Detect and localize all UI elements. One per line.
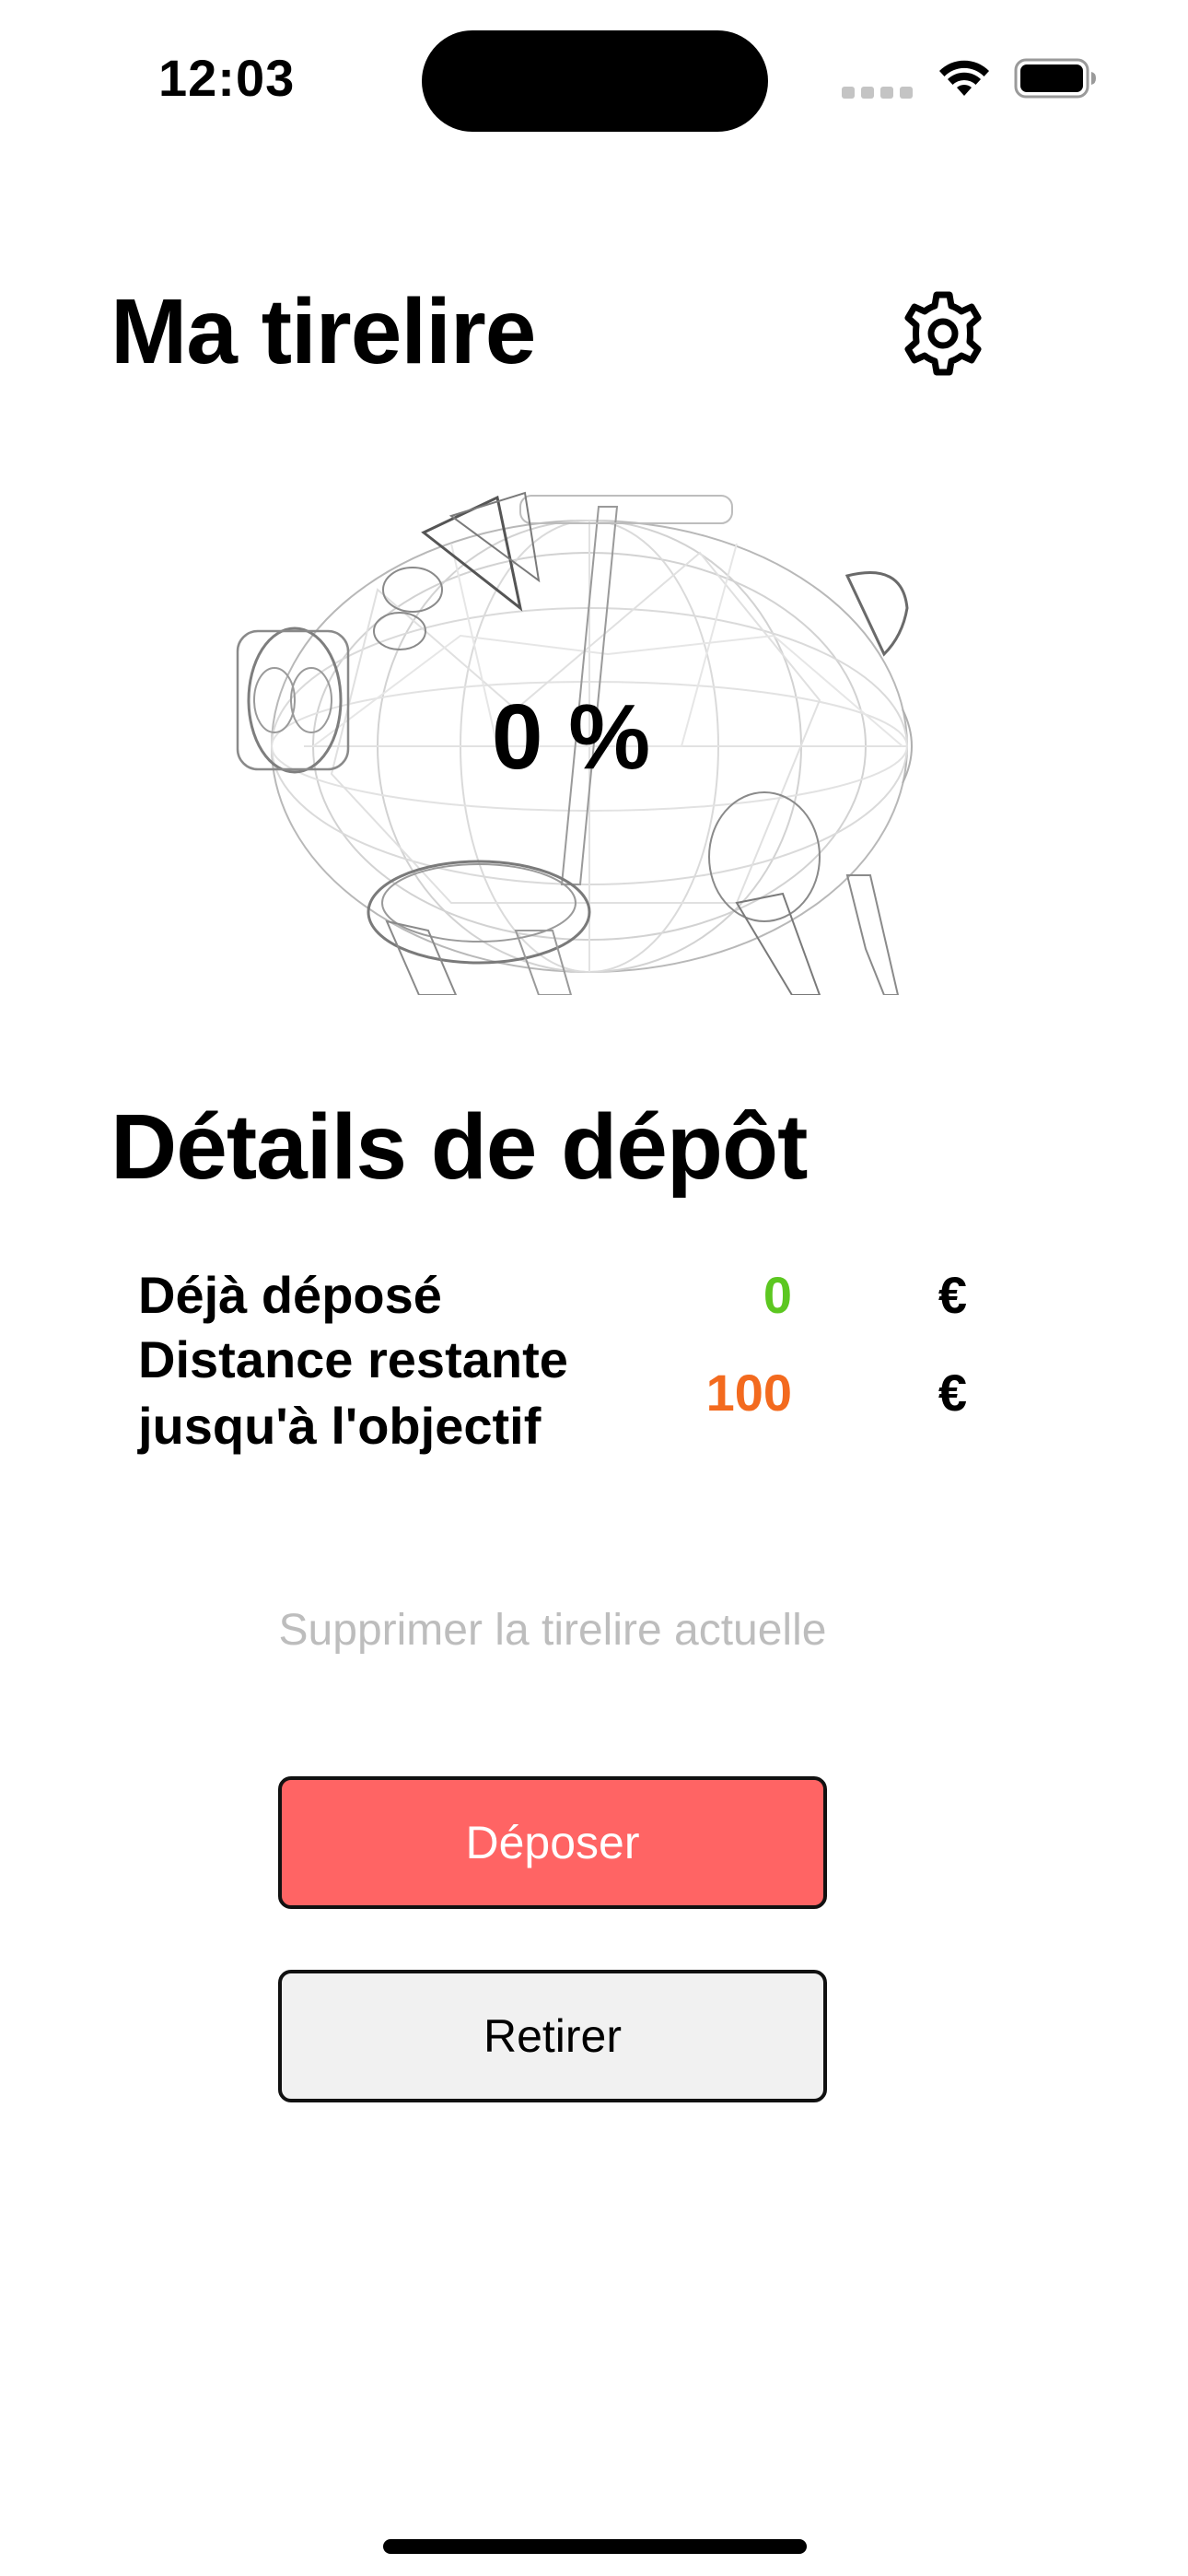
currency-symbol: € — [938, 1266, 967, 1324]
delete-piggy-bank-link[interactable]: Supprimer la tirelire actuelle — [0, 1603, 1105, 1658]
savings-progress-percent: 0 % — [491, 685, 651, 789]
detail-label: Déjà déposé — [138, 1266, 442, 1324]
page-title: Ma tirelire — [111, 280, 536, 383]
deposit-button[interactable]: Déposer — [278, 1776, 827, 1909]
settings-button[interactable] — [895, 287, 991, 383]
wifi-icon — [938, 59, 990, 98]
deposited-amount: 0 — [763, 1266, 792, 1324]
detail-row-deposited: Déjà déposé 0 € — [138, 1262, 967, 1329]
status-icons — [842, 55, 1097, 101]
detail-label: Distance restante jusqu'à l'objectif — [138, 1330, 568, 1455]
gear-icon — [897, 287, 989, 384]
cellular-signal-icon — [842, 86, 913, 99]
deposit-details-title: Détails de dépôt — [111, 1095, 808, 1199]
currency-symbol: € — [938, 1364, 967, 1422]
withdraw-button[interactable]: Retirer — [278, 1970, 827, 2102]
piggy-bank-illustration: 0 % — [221, 470, 921, 995]
remaining-amount: 100 — [705, 1364, 792, 1422]
status-time: 12:03 — [158, 49, 296, 107]
dynamic-island — [422, 30, 768, 132]
battery-icon — [1014, 58, 1097, 99]
detail-row-remaining: Distance restante jusqu'à l'objectif 100… — [138, 1327, 967, 1459]
home-indicator[interactable] — [383, 2539, 807, 2554]
